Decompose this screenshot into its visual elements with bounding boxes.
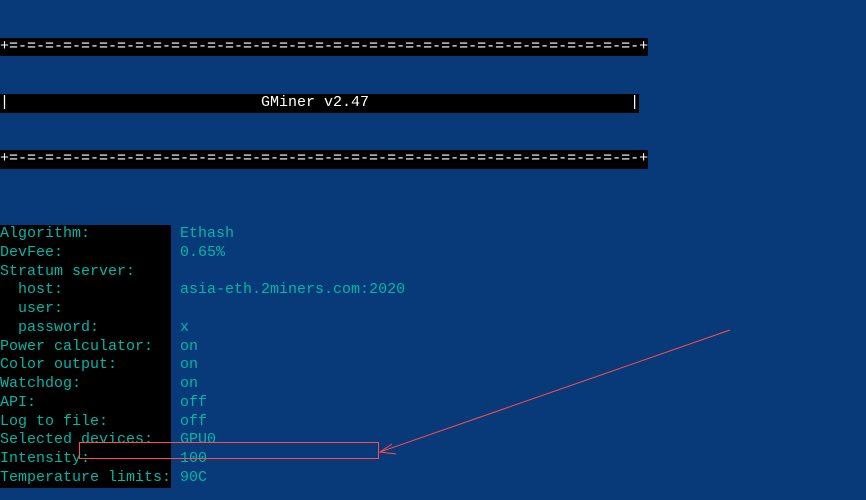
config-label: Log to file: [0,413,171,432]
config-value: off [171,394,207,413]
terminal-output: +=-=-=-=-=-=-=-=-=-=-=-=-=-=-=-=-=-=-=-=… [0,0,866,500]
config-label: DevFee: [0,244,171,263]
config-label: Power calculator: [0,338,171,357]
config-label: Color output: [0,356,171,375]
config-label: Stratum server: [0,263,171,282]
header-border-bot: +=-=-=-=-=-=-=-=-=-=-=-=-=-=-=-=-=-=-=-=… [0,150,648,169]
config-value: 90C [171,469,207,488]
config-label: API: [0,394,171,413]
config-label: Selected devices: [0,431,171,450]
config-value: x [171,319,189,338]
config-value: 100 [171,450,207,469]
config-value: off [171,413,207,432]
config-value: 0.65% [171,244,225,263]
config-value: Ethash [171,225,234,244]
config-label: Algorithm: [0,225,171,244]
config-value [171,300,180,319]
config-label: Intensity: [0,450,171,469]
config-value: asia-eth.2miners.com:2020 [171,281,405,300]
config-label: user: [0,300,171,319]
config-label: Temperature limits: [0,469,171,488]
config-block: Algorithm: EthashDevFee: 0.65%Stratum se… [0,225,866,488]
config-label: password: [0,319,171,338]
config-value: on [171,356,198,375]
config-label: host: [0,281,171,300]
config-value: on [171,375,198,394]
header-title: | GMiner v2.47 | [0,94,639,113]
config-label: Watchdog: [0,375,171,394]
header-border-top: +=-=-=-=-=-=-=-=-=-=-=-=-=-=-=-=-=-=-=-=… [0,38,648,57]
config-value: GPU0 [171,431,216,450]
config-value: on [171,338,198,357]
